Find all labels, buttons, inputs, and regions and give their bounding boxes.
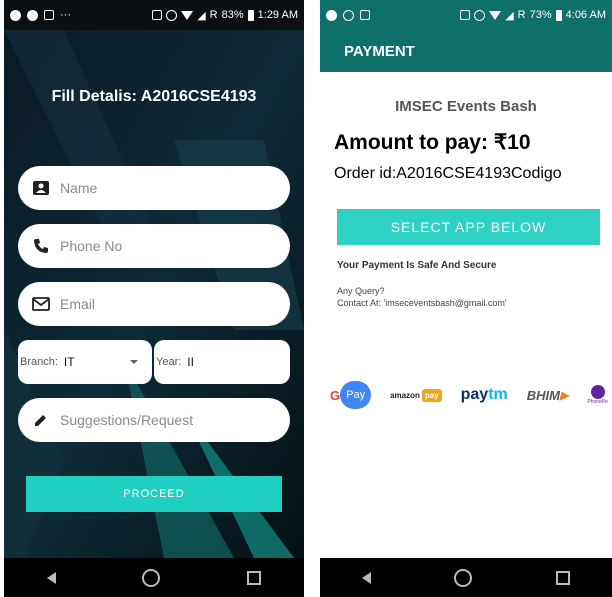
contact-line: Contact At: 'imseceventsbash@gmail.com' <box>337 298 507 308</box>
payment-screen: ◢ R 73% 4:06 AM PAYMENT IMSEC Events Bas… <box>320 0 612 597</box>
suggestions-placeholder: Suggestions/Request <box>60 412 194 428</box>
amazon-pay-option[interactable]: amazon pay <box>390 388 442 402</box>
status-bar: ◢ R 73% 4:06 AM <box>320 0 612 30</box>
phonepe-logo-icon <box>590 385 605 399</box>
app-bar-title: PAYMENT <box>344 42 415 60</box>
recents-icon[interactable] <box>246 570 261 585</box>
phone-placeholder: Phone No <box>60 238 123 254</box>
back-icon[interactable] <box>361 571 371 584</box>
email-placeholder: Email <box>60 296 96 312</box>
vibrate-icon <box>460 10 471 20</box>
email-field[interactable]: Email <box>18 282 290 326</box>
bhim-arrow-icon: ▶ <box>559 389 569 402</box>
phone-field[interactable]: Phone No <box>18 224 290 268</box>
signal-icon: ◢ <box>505 9 514 22</box>
battery-icon <box>555 9 562 21</box>
more-notifications-icon: ··· <box>60 9 71 21</box>
payment-apps-row: G Pay amazon pay pay tm BHIM ▶ PhonePe <box>330 378 608 412</box>
alarm-icon <box>343 9 354 21</box>
bhim-option[interactable]: BHIM ▶ <box>527 388 569 403</box>
amazon-label: amazon <box>390 390 420 400</box>
pencil-icon <box>32 411 50 429</box>
back-icon[interactable] <box>47 571 57 584</box>
person-card-icon <box>32 179 50 197</box>
gpay-option[interactable]: G Pay <box>330 381 372 409</box>
vibrate-icon <box>152 10 163 20</box>
alarm-icon <box>166 9 178 21</box>
branch-label: Branch: <box>20 356 58 368</box>
order-id: Order id:A2016CSE4193Codigo <box>334 165 562 182</box>
alarm-icon <box>474 9 486 21</box>
clock: 4:06 AM <box>565 9 606 21</box>
pinterest-icon <box>27 9 38 21</box>
battery-icon <box>247 9 254 21</box>
name-placeholder: Name <box>60 180 98 196</box>
event-name: IMSEC Events Bash <box>395 98 537 115</box>
battery-percent: 73% <box>529 9 552 21</box>
paytm-pay: pay <box>460 386 489 403</box>
sync-icon <box>326 9 337 21</box>
amount-to-pay: Amount to pay: ₹10 <box>334 131 531 154</box>
contact-info: Any Query? Contact At: 'imseceventsbash@… <box>337 285 507 309</box>
instagram-icon <box>44 10 54 20</box>
name-field[interactable]: Name <box>18 166 290 210</box>
recents-icon[interactable] <box>556 570 571 585</box>
dropdown-arrow-icon <box>130 360 138 364</box>
safe-payment-note: Your Payment Is Safe And Secure <box>337 260 497 271</box>
signal-icon: ◢ <box>197 9 206 22</box>
clock: 1:29 AM <box>257 9 298 21</box>
battery-percent: 83% <box>221 9 244 21</box>
year-select[interactable]: Year: II <box>154 340 290 384</box>
paytm-option[interactable]: pay tm <box>461 386 508 404</box>
mail-icon <box>32 295 50 313</box>
query-line: Any Query? <box>337 286 385 296</box>
gpay-g: G <box>330 387 341 403</box>
navigation-bar <box>4 558 304 597</box>
image-icon <box>360 10 370 20</box>
branch-value: IT <box>63 355 75 369</box>
select-app-button[interactable]: SELECT APP BELOW <box>337 209 600 245</box>
paytm-tm: tm <box>488 386 508 403</box>
navigation-bar <box>320 558 612 597</box>
bhim-label: BHIM <box>526 387 560 403</box>
status-bar: ··· ◢ R 83% 1:29 AM <box>4 0 304 30</box>
facebook-icon <box>10 9 21 21</box>
year-label: Year: <box>156 356 182 368</box>
wifi-icon <box>181 10 194 20</box>
carrier-mark: R <box>209 9 218 21</box>
branch-select[interactable]: Branch: IT <box>18 340 152 384</box>
home-icon[interactable] <box>454 568 473 587</box>
phone-icon <box>32 237 50 255</box>
carrier-mark: R <box>517 9 526 21</box>
phonepe-option[interactable]: PhonePe <box>587 385 608 405</box>
proceed-button[interactable]: PROCEED <box>26 476 282 512</box>
gpay-label: Pay <box>340 381 372 409</box>
suggestions-field[interactable]: Suggestions/Request <box>18 398 290 442</box>
page-title: Fill Detalis: A2016CSE4193 <box>51 88 257 105</box>
phonepe-label: PhonePe <box>587 399 608 405</box>
wifi-icon <box>489 10 502 20</box>
home-icon[interactable] <box>142 568 161 587</box>
year-value: II <box>187 355 194 369</box>
registration-screen: ··· ◢ R 83% 1:29 AM Fill Detalis: A2016C… <box>4 0 304 597</box>
app-bar: PAYMENT <box>320 30 612 72</box>
amazon-pay-label: pay <box>421 388 442 402</box>
